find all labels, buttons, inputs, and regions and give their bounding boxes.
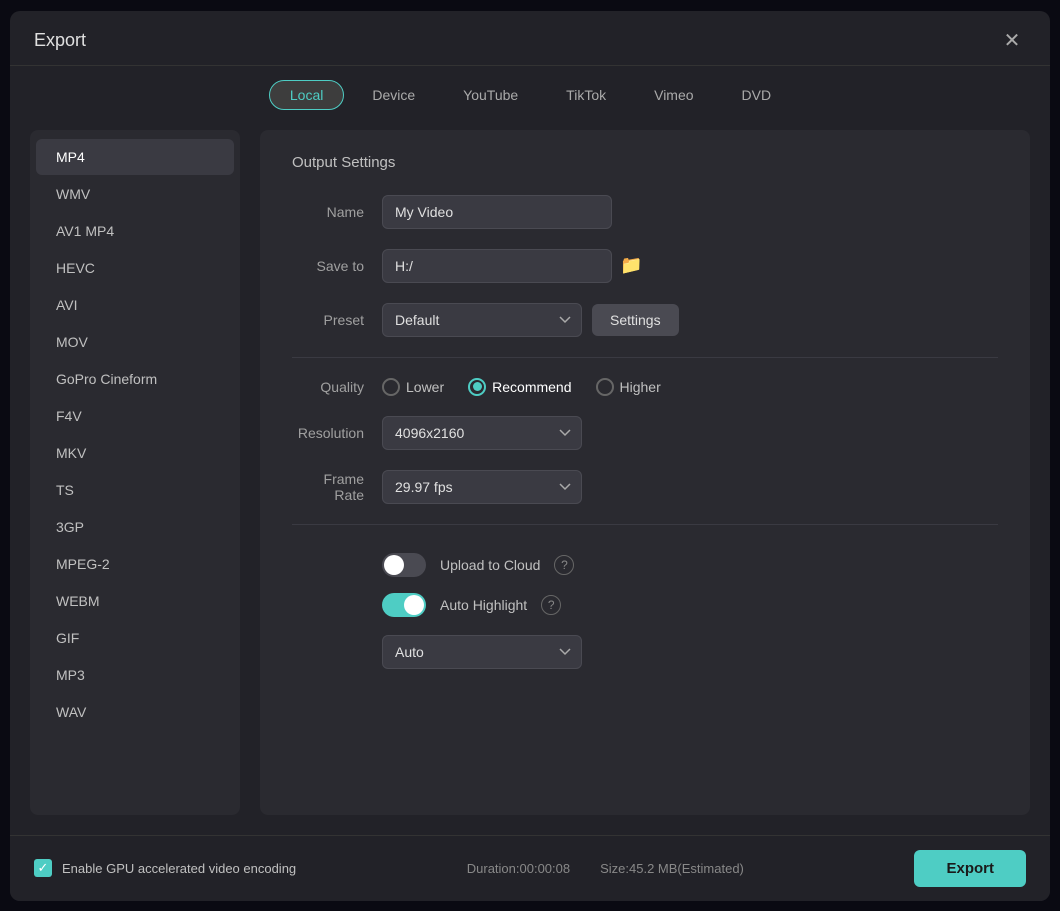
format-goprocineform[interactable]: GoPro Cineform bbox=[36, 361, 234, 397]
format-wav[interactable]: WAV bbox=[36, 694, 234, 730]
auto-highlight-toggle[interactable] bbox=[382, 593, 426, 617]
radio-lower-circle bbox=[382, 378, 400, 396]
divider2 bbox=[292, 524, 998, 525]
dialog-overlay: Export ✕ Local Device YouTube TikTok Vim… bbox=[0, 0, 1060, 911]
format-mov[interactable]: MOV bbox=[36, 324, 234, 360]
resolution-select[interactable]: 4096x2160 bbox=[382, 416, 582, 450]
format-3gp[interactable]: 3GP bbox=[36, 509, 234, 545]
format-mp4[interactable]: MP4 bbox=[36, 139, 234, 175]
upload-cloud-row: Upload to Cloud ? bbox=[382, 545, 998, 585]
export-button[interactable]: Export bbox=[914, 850, 1026, 887]
preset-label: Preset bbox=[292, 312, 382, 328]
name-input[interactable] bbox=[382, 195, 612, 229]
tab-local[interactable]: Local bbox=[269, 80, 344, 110]
format-hevc[interactable]: HEVC bbox=[36, 250, 234, 286]
preset-select[interactable]: Default bbox=[382, 303, 582, 337]
output-panel: Output Settings Name Save to 📁 Prese bbox=[260, 130, 1030, 815]
frame-rate-row: Frame Rate 29.97 fps bbox=[292, 470, 998, 504]
frame-rate-select[interactable]: 29.97 fps bbox=[382, 470, 582, 504]
divider bbox=[292, 357, 998, 358]
upload-cloud-help-icon[interactable]: ? bbox=[554, 555, 574, 575]
format-ts[interactable]: TS bbox=[36, 472, 234, 508]
auto-highlight-thumb bbox=[404, 595, 424, 615]
quality-recommend-label: Recommend bbox=[492, 379, 571, 395]
upload-cloud-toggle[interactable] bbox=[382, 553, 426, 577]
format-gif[interactable]: GIF bbox=[36, 620, 234, 656]
upload-cloud-label: Upload to Cloud bbox=[440, 557, 540, 573]
name-label: Name bbox=[292, 204, 382, 220]
auto-highlight-dropdown-row: Auto bbox=[382, 635, 998, 669]
duration-info: Duration:00:00:08 bbox=[467, 861, 570, 876]
size-info: Size:45.2 MB(Estimated) bbox=[600, 861, 744, 876]
gpu-checkbox[interactable]: ✓ bbox=[34, 859, 52, 877]
export-dialog: Export ✕ Local Device YouTube TikTok Vim… bbox=[10, 11, 1050, 901]
format-webm[interactable]: WEBM bbox=[36, 583, 234, 619]
format-f4v[interactable]: F4V bbox=[36, 398, 234, 434]
format-mkv[interactable]: MKV bbox=[36, 435, 234, 471]
preset-controls: Default Settings bbox=[382, 303, 679, 337]
dialog-title: Export bbox=[34, 30, 86, 51]
close-button[interactable]: ✕ bbox=[998, 27, 1026, 55]
save-to-label: Save to bbox=[292, 258, 382, 274]
dialog-body: MP4 WMV AV1 MP4 HEVC AVI MOV GoPro Cinef… bbox=[10, 120, 1050, 835]
radio-higher-circle bbox=[596, 378, 614, 396]
save-to-controls: 📁 bbox=[382, 249, 642, 283]
format-list: MP4 WMV AV1 MP4 HEVC AVI MOV GoPro Cinef… bbox=[30, 130, 240, 815]
save-to-row: Save to 📁 bbox=[292, 249, 998, 283]
upload-cloud-thumb bbox=[384, 555, 404, 575]
tab-dvd[interactable]: DVD bbox=[722, 81, 792, 109]
resolution-row: Resolution 4096x2160 bbox=[292, 416, 998, 450]
output-settings-title: Output Settings bbox=[292, 154, 998, 171]
quality-options: Lower Recommend Higher bbox=[382, 378, 661, 396]
format-mpeg2[interactable]: MPEG-2 bbox=[36, 546, 234, 582]
dialog-header: Export ✕ bbox=[10, 11, 1050, 66]
footer: ✓ Enable GPU accelerated video encoding … bbox=[10, 835, 1050, 901]
quality-higher[interactable]: Higher bbox=[596, 378, 661, 396]
format-avi[interactable]: AVI bbox=[36, 287, 234, 323]
tab-device[interactable]: Device bbox=[352, 81, 435, 109]
tab-bar: Local Device YouTube TikTok Vimeo DVD bbox=[10, 66, 1050, 120]
radio-recommend-dot bbox=[473, 382, 482, 391]
tab-youtube[interactable]: YouTube bbox=[443, 81, 538, 109]
name-row: Name bbox=[292, 195, 998, 229]
auto-highlight-select[interactable]: Auto bbox=[382, 635, 582, 669]
auto-highlight-help-icon[interactable]: ? bbox=[541, 595, 561, 615]
quality-row: Quality Lower Recommend bbox=[292, 378, 998, 396]
format-mp3[interactable]: MP3 bbox=[36, 657, 234, 693]
format-wmv[interactable]: WMV bbox=[36, 176, 234, 212]
tab-tiktok[interactable]: TikTok bbox=[546, 81, 626, 109]
quality-higher-label: Higher bbox=[620, 379, 661, 395]
quality-lower-label: Lower bbox=[406, 379, 444, 395]
auto-highlight-row: Auto Highlight ? bbox=[382, 585, 998, 625]
save-to-input[interactable] bbox=[382, 249, 612, 283]
check-icon: ✓ bbox=[38, 860, 49, 876]
tab-vimeo[interactable]: Vimeo bbox=[634, 81, 713, 109]
format-av1mp4[interactable]: AV1 MP4 bbox=[36, 213, 234, 249]
frame-rate-label: Frame Rate bbox=[292, 471, 382, 503]
folder-icon[interactable]: 📁 bbox=[620, 255, 642, 276]
resolution-label: Resolution bbox=[292, 425, 382, 441]
gpu-check-row[interactable]: ✓ Enable GPU accelerated video encoding bbox=[34, 859, 296, 877]
quality-label: Quality bbox=[292, 379, 382, 395]
radio-recommend-circle bbox=[468, 378, 486, 396]
quality-lower[interactable]: Lower bbox=[382, 378, 444, 396]
settings-button[interactable]: Settings bbox=[592, 304, 679, 336]
quality-recommend[interactable]: Recommend bbox=[468, 378, 571, 396]
preset-row: Preset Default Settings bbox=[292, 303, 998, 337]
auto-highlight-label: Auto Highlight bbox=[440, 597, 527, 613]
gpu-label: Enable GPU accelerated video encoding bbox=[62, 861, 296, 876]
footer-info: Duration:00:00:08 Size:45.2 MB(Estimated… bbox=[467, 861, 744, 876]
